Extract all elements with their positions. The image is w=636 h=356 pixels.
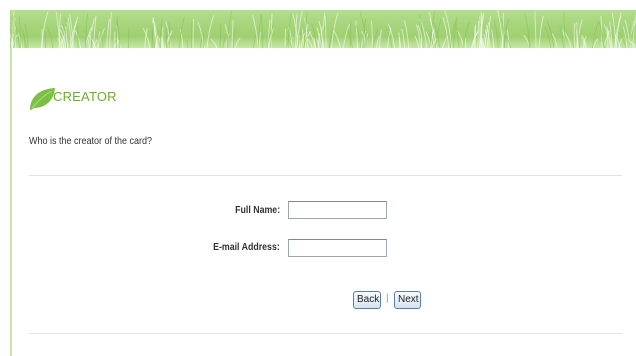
grass-blade [226, 10, 233, 48]
grass-blade [401, 28, 406, 48]
grass-blade [435, 18, 442, 48]
grass-blade [355, 20, 358, 48]
grass-blade [232, 27, 236, 48]
grass-blade [442, 35, 449, 48]
grass-blade [261, 15, 264, 48]
grass-blade [219, 23, 222, 48]
section-title: CREATOR [53, 89, 117, 104]
grass-blade [190, 21, 193, 48]
grass-blade [375, 35, 380, 48]
button-separator: | [386, 293, 389, 304]
grass-blade [206, 14, 215, 48]
grass-blade [379, 29, 382, 48]
grass-blade [493, 19, 499, 48]
grass-blade [253, 34, 257, 48]
grass-blade [324, 16, 327, 48]
grass-blade [234, 37, 241, 48]
email-input[interactable] [288, 239, 387, 257]
grass-blade [538, 15, 544, 48]
grass-blade [414, 35, 420, 48]
grass-blade [76, 25, 79, 48]
divider-top [29, 175, 622, 176]
grass-blade [168, 21, 171, 48]
grass-blade [349, 19, 352, 48]
grass-blade [403, 20, 410, 48]
grass-blade [462, 22, 471, 48]
grass-blade [477, 20, 480, 48]
grass-blade [127, 27, 130, 48]
grass-banner-art [10, 10, 636, 48]
grass-banner [10, 10, 636, 48]
section-question: Who is the creator of the card? [29, 136, 153, 147]
grass-blade [342, 23, 351, 48]
grass-blade [571, 36, 575, 48]
grass-blade [333, 30, 341, 48]
next-button[interactable]: Next [394, 291, 421, 309]
back-button[interactable]: Back [353, 291, 381, 309]
left-border [10, 48, 12, 356]
grass-blade [371, 20, 374, 48]
grass-blade [251, 14, 259, 48]
grass-blade [591, 20, 600, 48]
grass-blade [301, 26, 305, 48]
grass-blade [534, 11, 537, 48]
page: CREATOR Who is the creator of the card? … [0, 0, 636, 356]
grass-blade [611, 13, 617, 48]
grass-blade [210, 38, 218, 48]
divider-bottom [29, 333, 622, 334]
grass-blade [106, 18, 110, 48]
grass-blade [222, 36, 226, 48]
top-strip [0, 0, 636, 10]
grass-blade [199, 38, 203, 48]
grass-blade [398, 32, 401, 48]
grass-blade [563, 11, 566, 48]
grass-blade [559, 25, 564, 48]
grass-blade [192, 18, 194, 48]
grass-blade [109, 12, 112, 48]
email-label: E-mail Address: [213, 242, 280, 253]
grass-blade [491, 29, 495, 48]
full-name-label: Full Name: [235, 205, 280, 216]
grass-blade [18, 16, 21, 48]
grass-blade [284, 28, 287, 48]
grass-blade [178, 16, 185, 48]
full-name-input[interactable] [288, 201, 387, 219]
grass-blade [415, 24, 422, 48]
grass-blade [186, 39, 189, 48]
grass-blade [47, 27, 54, 48]
